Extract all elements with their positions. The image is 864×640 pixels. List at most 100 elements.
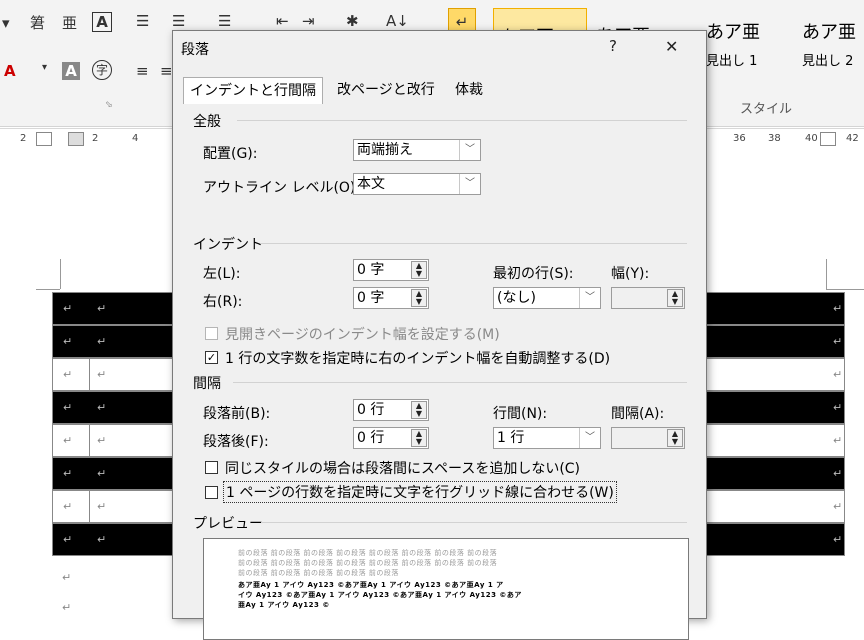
style-heading-2[interactable]: あア亜 見出し 2: [796, 12, 864, 82]
section-indent: インデント: [193, 237, 263, 253]
indent-right-spinner[interactable]: 0 字 ▲ ▼: [353, 287, 429, 309]
sort-icon[interactable]: A↓: [386, 12, 409, 30]
decrease-indent-icon[interactable]: ⇤: [276, 12, 289, 30]
cell-end-mark: ↵: [63, 533, 73, 546]
increase-indent-icon[interactable]: ⇥: [302, 12, 315, 30]
line-spacing-at-spinner[interactable]: ▲ ▼: [611, 427, 685, 449]
tab-line-page-breaks[interactable]: 改ページと改行: [331, 77, 441, 103]
character-border-icon[interactable]: A: [92, 12, 112, 32]
no-space-same-style-checkbox[interactable]: [205, 461, 218, 474]
section-general: 全般: [193, 114, 221, 130]
style-preview: あア亜: [802, 22, 856, 43]
chevron-down-icon: ﹀: [579, 428, 600, 448]
space-after-value: 0 行: [357, 430, 385, 446]
cell-end-mark: ↵: [97, 533, 107, 546]
row-end-mark: ↵: [833, 467, 843, 480]
space-after-spinner[interactable]: 0 行 ▲ ▼: [353, 427, 429, 449]
numbering-icon[interactable]: ☰: [172, 12, 185, 30]
margin-corner-mark: [826, 289, 864, 290]
snap-to-grid-checkbox[interactable]: [205, 486, 218, 499]
help-button[interactable]: ?: [609, 37, 617, 55]
no-space-same-style-label: 同じスタイルの場合は段落間にスペースを追加しない(C): [225, 461, 581, 477]
bullets-icon[interactable]: ☰: [136, 12, 149, 30]
line-spacing-label: 行間(N):: [493, 406, 548, 422]
chevron-down-icon: ﹀: [459, 174, 480, 194]
cell-end-mark: ↵: [63, 368, 73, 381]
enclose-characters-icon[interactable]: 亜: [62, 12, 77, 33]
section-spacing: 間隔: [193, 376, 221, 392]
enclosed-character-icon[interactable]: 字: [92, 60, 112, 80]
auto-adjust-indent-checkbox[interactable]: ✓: [205, 351, 218, 364]
outline-level-select[interactable]: 本文 ﹀: [353, 173, 481, 195]
tab-asian-typography[interactable]: 体裁: [449, 77, 489, 103]
indent-by-spinner[interactable]: ▲ ▼: [611, 287, 685, 309]
cell-end-mark: ↵: [97, 335, 107, 348]
section-preview: プレビュー: [193, 516, 263, 532]
cell-border: [89, 491, 90, 522]
divider: [237, 120, 687, 121]
font-color-dropdown-icon[interactable]: ▾: [42, 62, 47, 73]
paragraph-mark: ↵: [62, 571, 72, 584]
cell-border: [89, 425, 90, 456]
alignment-select[interactable]: 両端揃え ﹀: [353, 139, 481, 161]
cell-end-mark: ↵: [63, 500, 73, 513]
style-name: 見出し 2: [802, 54, 854, 69]
row-end-mark: ↵: [833, 500, 843, 513]
cell-end-mark: ↵: [63, 302, 73, 315]
asian-layout-icon[interactable]: ✱: [346, 12, 359, 30]
alignment-value: 両端揃え: [357, 142, 413, 158]
preview-line: イウ Ay123 ©あア亜Ay 1 アイウ Ay123 ©あア亜Ay 1 アイウ…: [238, 591, 522, 599]
align-left-icon[interactable]: ≡: [136, 62, 149, 80]
spin-arrows-icon[interactable]: ▲ ▼: [411, 261, 427, 279]
ruler-tick: 2: [92, 133, 99, 144]
space-before-label: 段落前(B):: [203, 406, 271, 422]
by-label: 幅(Y):: [611, 266, 650, 282]
first-line-select[interactable]: (なし) ﹀: [493, 287, 601, 309]
margin-corner-mark: [36, 289, 60, 290]
row-end-mark: ↵: [833, 368, 843, 381]
indent-left-value: 0 字: [357, 262, 385, 278]
mirror-indents-checkbox[interactable]: [205, 327, 218, 340]
spin-arrows-icon[interactable]: ▲ ▼: [667, 289, 683, 307]
spin-arrows-icon[interactable]: ▲ ▼: [667, 429, 683, 447]
preview-line: 前の段落 前の段落 前の段落 前の段落 前の段落 前の段落 前の段落 前の段落: [238, 559, 498, 567]
ruler-tab-marker[interactable]: [36, 132, 52, 146]
style-heading-1[interactable]: あア亜 見出し 1: [700, 12, 792, 82]
preview-line: 亜Ay 1 アイウ Ay123 ©: [238, 601, 330, 609]
divider: [261, 243, 687, 244]
dropdown-arrow-icon[interactable]: ▾: [2, 14, 10, 32]
tab-indents-spacing[interactable]: インデントと行間隔: [183, 77, 323, 104]
indent-left-label: 左(L):: [203, 266, 241, 282]
character-shading-icon[interactable]: A: [62, 62, 80, 80]
spin-arrows-icon[interactable]: ▲ ▼: [411, 429, 427, 447]
cell-end-mark: ↵: [63, 401, 73, 414]
chevron-down-icon: ﹀: [459, 140, 480, 160]
indent-right-value: 0 字: [357, 290, 385, 306]
spin-arrows-icon[interactable]: ▲ ▼: [411, 289, 427, 307]
dialog-title: 段落: [181, 42, 209, 58]
font-group-launcher-icon[interactable]: ⬂: [105, 100, 113, 110]
phonetic-guide-icon[interactable]: 䇹: [30, 12, 45, 33]
outline-level-value: 本文: [357, 176, 385, 192]
font-color-icon[interactable]: A: [4, 62, 16, 80]
spin-arrows-icon[interactable]: ▲ ▼: [411, 401, 427, 419]
ruler-indent-marker[interactable]: [68, 132, 84, 146]
cell-end-mark: ↵: [97, 368, 107, 381]
ruler-right-indent-marker[interactable]: [820, 132, 836, 146]
space-before-value: 0 行: [357, 402, 385, 418]
cell-border: [89, 359, 90, 390]
cell-end-mark: ↵: [97, 467, 107, 480]
close-button[interactable]: ✕: [665, 37, 678, 56]
cell-end-mark: ↵: [97, 302, 107, 315]
multilevel-list-icon[interactable]: ☰: [218, 12, 231, 30]
first-line-value: (なし): [497, 290, 536, 306]
line-spacing-select[interactable]: 1 行 ﹀: [493, 427, 601, 449]
indent-right-label: 右(R):: [203, 294, 243, 310]
indent-left-spinner[interactable]: 0 字 ▲ ▼: [353, 259, 429, 281]
row-end-mark: ↵: [833, 335, 843, 348]
align-center-icon[interactable]: ≡: [160, 62, 173, 80]
line-spacing-value: 1 行: [497, 430, 525, 446]
paragraph-dialog[interactable]: 段落 ? ✕ インデントと行間隔 改ページと改行 体裁 全般 配置(G): 両端…: [172, 30, 707, 640]
alignment-label: 配置(G):: [203, 146, 258, 162]
space-before-spinner[interactable]: 0 行 ▲ ▼: [353, 399, 429, 421]
